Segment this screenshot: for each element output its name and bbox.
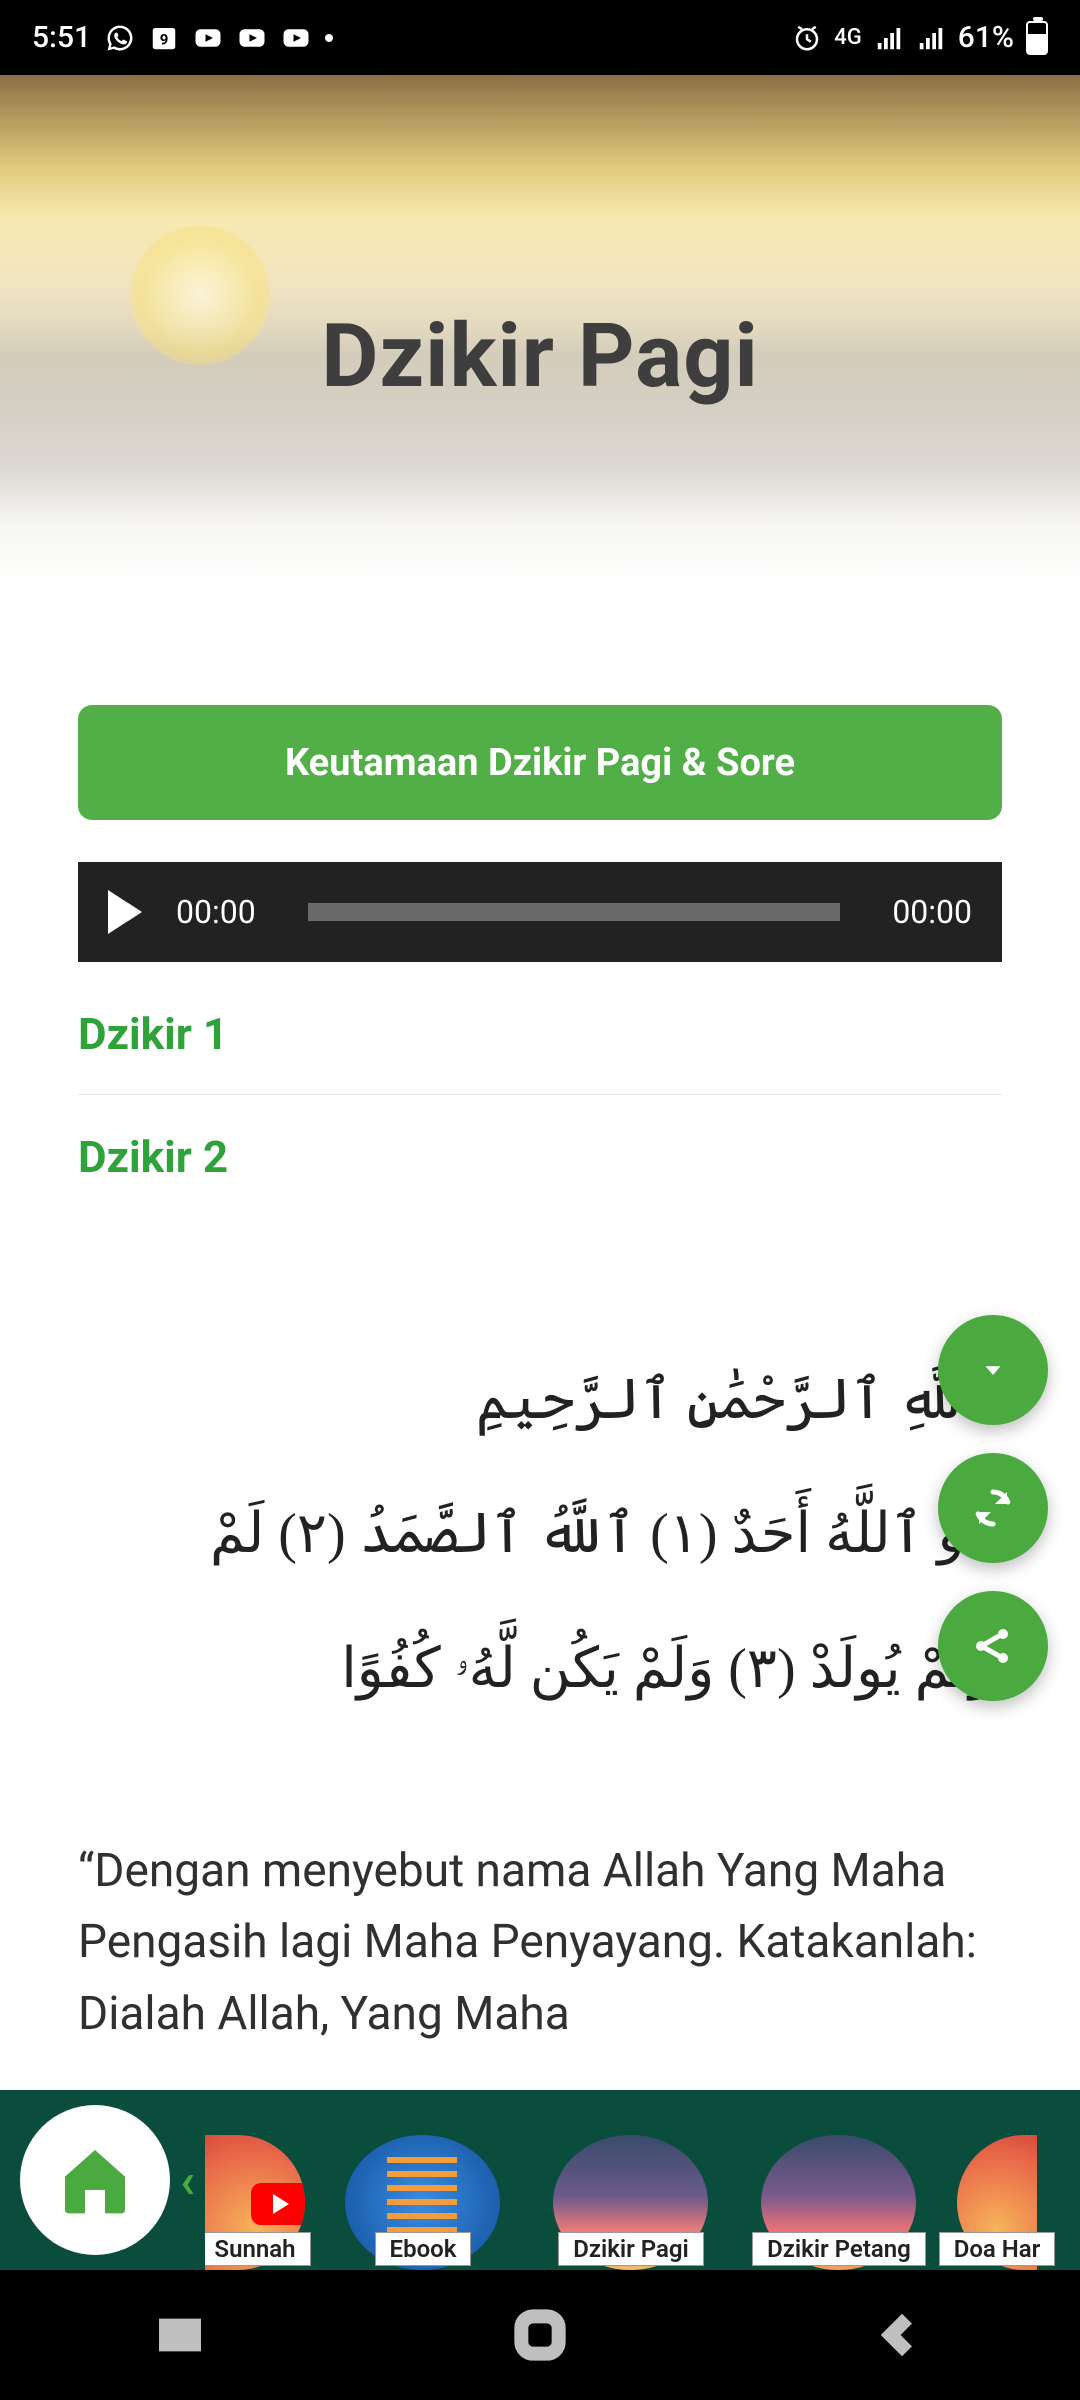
- dock-label: Dzikir Pagi: [558, 2232, 704, 2266]
- bottom-dock: ‹ Sunnah Ebook Dzikir Pagi Dzikir Petang: [0, 2090, 1080, 2270]
- fab-refresh[interactable]: [938, 1453, 1048, 1563]
- main-content: Keutamaan Dzikir Pagi & Sore 00:00 00:00…: [0, 585, 1080, 2050]
- virtue-button-label: Keutamaan Dzikir Pagi & Sore: [285, 741, 795, 785]
- back-icon: [872, 2307, 928, 2363]
- nav-home-button[interactable]: [440, 2295, 640, 2375]
- status-time: 5:51: [32, 20, 91, 55]
- arabic-text: ٱللَّهِ ٱلرَّحْمَٰنِ ٱلرَّحِيمِ هُوَ ٱلل…: [78, 1333, 1002, 1736]
- battery-icon: [1026, 21, 1048, 55]
- app-viewport: Dzikir Pagi Keutamaan Dzikir Pagi & Sore…: [0, 75, 1080, 2270]
- audio-elapsed: 00:00: [176, 893, 256, 931]
- dock-label: Doa Har: [939, 2232, 1056, 2266]
- dock-item-dzikir-pagi[interactable]: Dzikir Pagi: [541, 2110, 721, 2270]
- dock-scroll[interactable]: Sunnah Ebook Dzikir Pagi Dzikir Petang D…: [205, 2090, 1080, 2270]
- page-title: Dzikir Pagi: [0, 305, 1080, 408]
- network-type: 4G: [834, 25, 862, 50]
- dock-item-doa-harian[interactable]: Doa Har: [957, 2110, 1037, 2270]
- youtube-icon: [281, 23, 311, 53]
- virtue-button[interactable]: Keutamaan Dzikir Pagi & Sore: [78, 705, 1002, 820]
- alarm-icon: [792, 23, 822, 53]
- dock-item-dzikir-petang[interactable]: Dzikir Petang: [749, 2110, 929, 2270]
- arabic-bismillah: ٱللَّهِ ٱلرَّحْمَٰنِ ٱلرَّحِيمِ: [78, 1333, 996, 1467]
- hero-banner: Dzikir Pagi: [0, 75, 1080, 585]
- arabic-line2: وَلَمْ يُولَدْ (٣) وَلَمْ يَكُن لَّهُۥ ك…: [78, 1602, 996, 1736]
- recents-icon: [152, 2307, 208, 2363]
- whatsapp-icon: [105, 23, 135, 53]
- dock-item-sunnah[interactable]: Sunnah: [205, 2110, 305, 2270]
- section-heading-dzikir1[interactable]: Dzikir 1: [78, 1008, 1002, 1060]
- signal-icon: [916, 23, 946, 53]
- battery-pct: 61%: [958, 20, 1014, 55]
- fab-column: [938, 1315, 1048, 1701]
- svg-text:9: 9: [160, 30, 169, 48]
- refresh-icon: [969, 1484, 1017, 1532]
- statusbar-left: 5:51 9: [32, 20, 333, 55]
- dock-home-button[interactable]: [20, 2105, 170, 2255]
- status-bar: 5:51 9 4G 61%: [0, 0, 1080, 75]
- arabic-line1: هُوَ ٱللَّهُ أَحَدٌ (١) ٱللَّهُ ٱلصَّمَد…: [78, 1467, 996, 1601]
- fab-share[interactable]: [938, 1591, 1048, 1701]
- youtube-icon: [237, 23, 267, 53]
- caret-down-icon: [978, 1355, 1008, 1385]
- nav-recents-button[interactable]: [80, 2295, 280, 2375]
- signal-icon: [874, 23, 904, 53]
- home-icon: [55, 2140, 135, 2220]
- translation-text: “Dengan menyebut nama Allah Yang Maha Pe…: [78, 1836, 1002, 2050]
- dock-item-ebook[interactable]: Ebook: [333, 2110, 513, 2270]
- home-outline-icon: [512, 2307, 568, 2363]
- fab-expand[interactable]: [938, 1315, 1048, 1425]
- play-icon[interactable]: [108, 890, 142, 934]
- audio-total: 00:00: [892, 893, 972, 931]
- audio-player: 00:00 00:00: [78, 862, 1002, 962]
- calendar-notif-icon: 9: [149, 23, 179, 53]
- dock-label: Sunnah: [205, 2232, 311, 2266]
- section-heading-dzikir2[interactable]: Dzikir 2: [78, 1131, 1002, 1183]
- youtube-icon: [193, 23, 223, 53]
- youtube-badge-icon: [251, 2183, 305, 2225]
- system-nav-bar: [0, 2270, 1080, 2400]
- dock-label: Ebook: [375, 2232, 472, 2266]
- statusbar-right: 4G 61%: [792, 20, 1048, 55]
- section-divider: [78, 1094, 1002, 1095]
- share-icon: [969, 1622, 1017, 1670]
- audio-seek-bar[interactable]: [308, 903, 841, 921]
- dock-back-chevron-icon[interactable]: ‹: [180, 2152, 195, 2209]
- more-notif-dot-icon: [325, 34, 333, 42]
- nav-back-button[interactable]: [800, 2295, 1000, 2375]
- dock-label: Dzikir Petang: [752, 2232, 926, 2266]
